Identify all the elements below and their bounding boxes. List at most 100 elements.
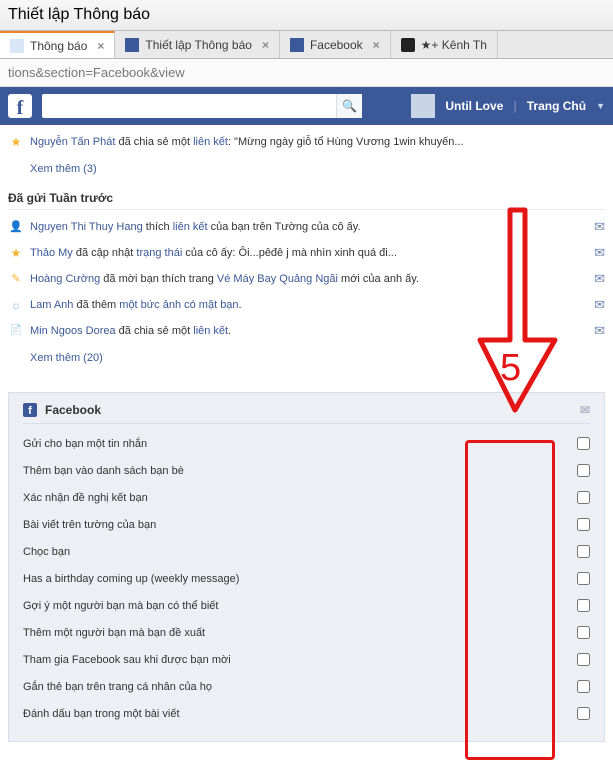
settings-checkbox[interactable] — [577, 626, 590, 639]
settings-title: Facebook — [45, 403, 101, 417]
settings-row: Đánh dấu bạn trong một bài viết — [23, 700, 590, 727]
settings-row: Thêm bạn vào danh sách bạn bè — [23, 457, 590, 484]
settings-label: Thêm bạn vào danh sách bạn bè — [23, 465, 577, 477]
settings-row: Has a birthday coming up (weekly message… — [23, 565, 590, 592]
notif-icon — [8, 245, 24, 261]
settings-label: Chọc bạn — [23, 546, 577, 558]
settings-checkbox[interactable] — [577, 653, 590, 666]
settings-row: Tham gia Facebook sau khi được bạn mời — [23, 646, 590, 673]
link-ref[interactable]: một bức ảnh có mặt bạn — [119, 299, 238, 311]
favicon-facebook-icon — [125, 38, 139, 52]
tab-label: Thông báo — [30, 39, 87, 53]
notif-icon — [8, 219, 24, 235]
star-icon — [8, 134, 24, 150]
settings-label: Gợi ý một người bạn mà bạn có thể biết — [23, 600, 577, 612]
chevron-down-icon[interactable]: ▼ — [596, 101, 605, 111]
favicon-facebook-icon — [290, 38, 304, 52]
link-ref[interactable]: Vé Máy Bay Quảng Ngãi — [217, 273, 338, 285]
link-ref[interactable]: liên kết — [173, 221, 208, 233]
settings-checkbox[interactable] — [577, 491, 590, 504]
close-icon[interactable]: × — [373, 38, 380, 52]
see-more: Xem thêm (3) — [8, 155, 605, 185]
see-more-link[interactable]: Xem thêm (20) — [30, 352, 103, 364]
settings-row: Xác nhận đề nghị kết bạn — [23, 484, 590, 511]
notification-row[interactable]: Thảo My đã cập nhật trạng thái của cô ấy… — [8, 240, 605, 266]
tab-facebook[interactable]: Facebook × — [280, 31, 391, 58]
settings-row: Gửi cho bạn một tin nhắn — [23, 430, 590, 457]
settings-row: Chọc bạn — [23, 538, 590, 565]
settings-row: Bài viết trên tường của bạn — [23, 511, 590, 538]
notification-row[interactable]: Nguyễn Tấn Phát đã chia sẻ một liên kết:… — [8, 129, 605, 155]
facebook-mini-icon: f — [23, 403, 37, 417]
person-link[interactable]: Nguyễn Tấn Phát — [30, 136, 115, 148]
notification-row[interactable]: Min Ngoos Dorea đã chia sẻ một liên kết.… — [8, 318, 605, 344]
settings-checkbox[interactable] — [577, 545, 590, 558]
favicon-doc-icon — [10, 39, 24, 53]
notification-row[interactable]: Nguyen Thi Thuy Hang thích liên kết của … — [8, 214, 605, 240]
settings-checkbox[interactable] — [577, 599, 590, 612]
mail-icon[interactable]: ✉ — [594, 297, 605, 313]
person-link[interactable]: Min Ngoos Dorea — [30, 325, 116, 337]
settings-checkbox[interactable] — [577, 464, 590, 477]
tab-label: ★+ Kênh Th — [421, 38, 487, 52]
person-link[interactable]: Lam Anh — [30, 299, 73, 311]
person-link[interactable]: Hoàng Cường — [30, 273, 100, 285]
mail-icon[interactable]: ✉ — [594, 219, 605, 235]
settings-label: Bài viết trên tường của bạn — [23, 519, 577, 531]
settings-row: Thêm một người bạn mà bạn đề xuất — [23, 619, 590, 646]
notification-row[interactable]: Hoàng Cường đã mời bạn thích trang Vé Má… — [8, 266, 605, 292]
tab-kenh[interactable]: ★+ Kênh Th — [391, 31, 498, 58]
settings-checkbox[interactable] — [577, 707, 590, 720]
settings-checkbox[interactable] — [577, 518, 590, 531]
settings-row: Gợi ý một người bạn mà bạn có thể biết — [23, 592, 590, 619]
mail-icon[interactable]: ✉ — [594, 271, 605, 287]
settings-checkbox[interactable] — [577, 680, 590, 693]
settings-checkbox[interactable] — [577, 437, 590, 450]
tab-thietlap[interactable]: Thiết lập Thông báo × — [115, 31, 280, 58]
notif-icon — [8, 323, 24, 339]
profile-link[interactable]: Until Love — [445, 99, 503, 113]
mail-icon[interactable]: ✉ — [594, 323, 605, 339]
person-link[interactable]: Thảo My — [30, 247, 73, 259]
link-ref[interactable]: liên kết — [193, 136, 228, 148]
settings-label: Gắn thẻ bạn trên trang cá nhân của họ — [23, 681, 577, 693]
favicon-kenh-icon — [401, 38, 415, 52]
search-box: 🔍 — [42, 94, 362, 118]
window-title: Thiết lập Thông báo — [0, 0, 613, 31]
settings-label: Thêm một người bạn mà bạn đề xuất — [23, 627, 577, 639]
mail-icon: ✉ — [580, 403, 590, 417]
home-link[interactable]: Trang Chủ — [527, 99, 586, 113]
link-ref[interactable]: liên kết — [193, 325, 228, 337]
mail-icon[interactable]: ✉ — [594, 245, 605, 261]
tab-thongbao[interactable]: Thông báo × — [0, 31, 115, 58]
facebook-topbar: f 🔍 Until Love | Trang Chủ ▼ — [0, 87, 613, 125]
person-link[interactable]: Nguyen Thi Thuy Hang — [30, 221, 143, 233]
close-icon[interactable]: × — [262, 38, 269, 52]
url-bar[interactable]: tions&section=Facebook&view — [0, 59, 613, 87]
settings-label: Tham gia Facebook sau khi được bạn mời — [23, 654, 577, 666]
notif-icon — [8, 271, 24, 287]
settings-label: Đánh dấu bạn trong một bài viết — [23, 708, 577, 720]
facebook-logo-icon[interactable]: f — [8, 94, 32, 118]
settings-label: Gửi cho bạn một tin nhắn — [23, 438, 577, 450]
see-more-link[interactable]: Xem thêm (3) — [30, 163, 97, 175]
see-more: Xem thêm (20) — [8, 344, 605, 374]
settings-checkbox[interactable] — [577, 572, 590, 585]
notif-icon — [8, 297, 24, 313]
settings-label: Has a birthday coming up (weekly message… — [23, 573, 577, 585]
notification-row[interactable]: Lam Anh đã thêm một bức ảnh có mặt bạn.✉ — [8, 292, 605, 318]
settings-label: Xác nhận đề nghị kết bạn — [23, 492, 577, 504]
divider: | — [513, 99, 516, 113]
tab-label: Facebook — [310, 38, 363, 52]
avatar[interactable] — [411, 94, 435, 118]
browser-tabstrip: Thông báo × Thiết lập Thông báo × Facebo… — [0, 31, 613, 59]
settings-panel: f Facebook ✉ Gửi cho bạn một tin nhắn Thê… — [8, 392, 605, 742]
search-icon: 🔍 — [342, 99, 357, 113]
settings-row: Gắn thẻ bạn trên trang cá nhân của họ — [23, 673, 590, 700]
link-ref[interactable]: trạng thái — [136, 247, 182, 259]
section-header: Đã gửi Tuần trước — [8, 185, 605, 210]
tab-label: Thiết lập Thông báo — [145, 38, 252, 52]
close-icon[interactable]: × — [97, 39, 104, 53]
search-button[interactable]: 🔍 — [336, 94, 362, 118]
search-input[interactable] — [42, 99, 336, 113]
